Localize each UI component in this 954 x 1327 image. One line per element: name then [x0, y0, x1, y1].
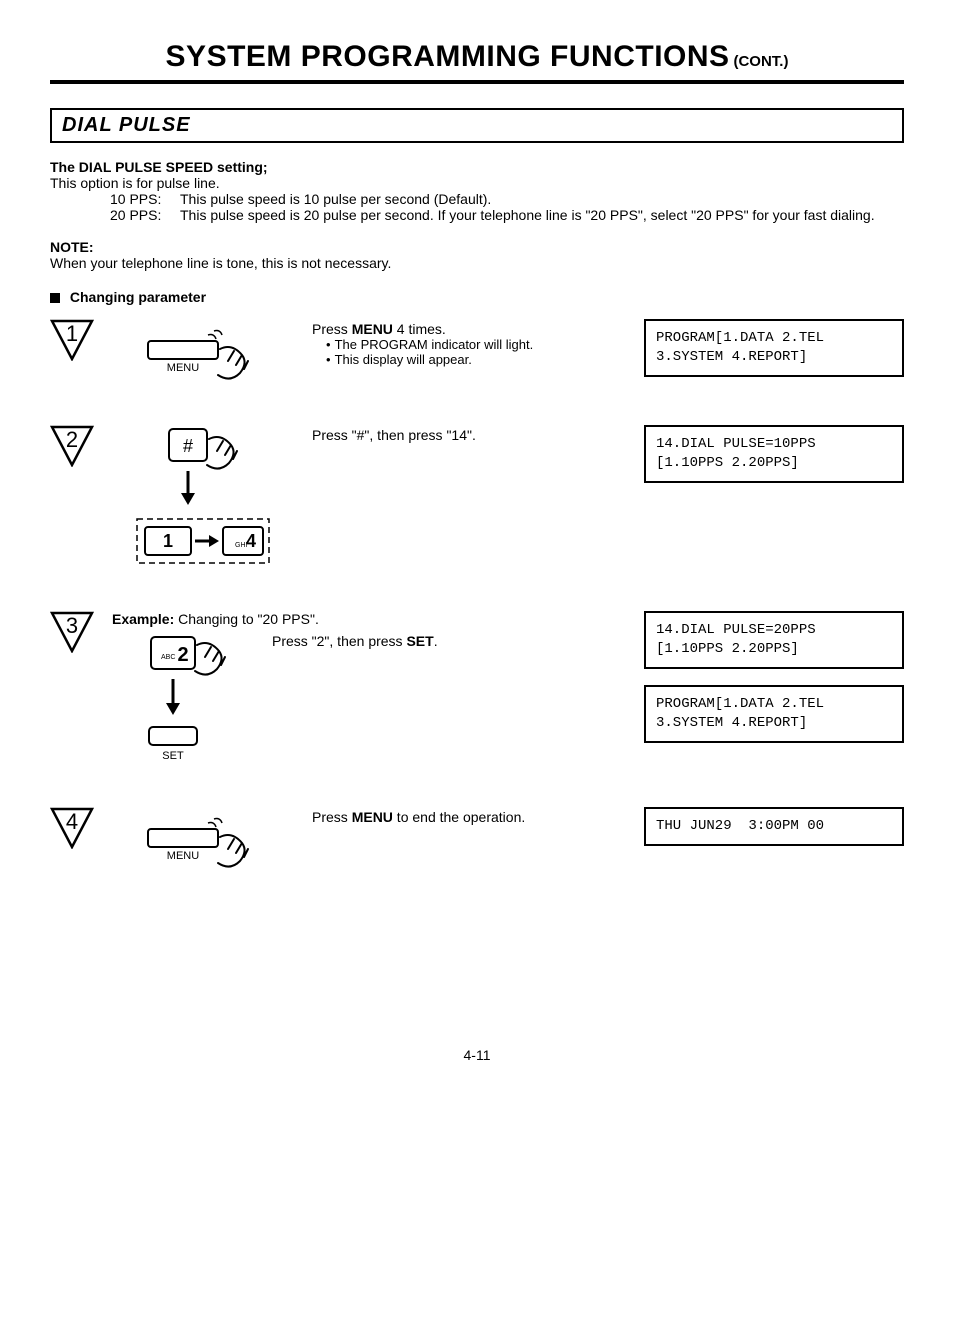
note-block: NOTE: When your telephone line is tone, …	[50, 239, 904, 271]
svg-text:1: 1	[163, 531, 173, 551]
step-1-instr-bold: MENU	[352, 321, 393, 337]
svg-text:2: 2	[177, 644, 188, 666]
pps10-text: This pulse speed is 10 pulse per second …	[180, 191, 491, 207]
svg-text:MENU: MENU	[167, 850, 199, 862]
pps10-row: 10 PPS: This pulse speed is 10 pulse per…	[110, 191, 904, 207]
step-4-instr-bold: MENU	[352, 809, 393, 825]
step-3-example-text: Changing to "20 PPS".	[178, 611, 319, 627]
section-title: DIAL PULSE	[62, 114, 191, 136]
step-1-display: PROGRAM[1.DATA 2.TEL 3.SYSTEM 4.REPORT]	[644, 319, 904, 377]
menu-key-press-icon: MENU	[128, 319, 278, 399]
svg-text:4: 4	[246, 531, 256, 551]
changing-heading-row: Changing parameter	[50, 289, 904, 305]
step-4-instruction: Press MENU to end the operation.	[312, 807, 630, 825]
changing-heading: Changing parameter	[70, 289, 206, 305]
step-1-instr-suffix: 4 times.	[393, 321, 446, 337]
step-2: 2 # 1 GHI 4 Press "#", then press	[50, 425, 904, 585]
svg-text:ABC: ABC	[161, 654, 175, 661]
step-2-instruction: Press "#", then press "14".	[312, 425, 630, 443]
pps20-row: 20 PPS: This pulse speed is 20 pulse per…	[110, 207, 904, 223]
step-4-display: THU JUN29 3:00PM 00	[644, 807, 904, 846]
step-3-display-2: PROGRAM[1.DATA 2.TEL 3.SYSTEM 4.REPORT]	[644, 685, 904, 743]
svg-text:#: #	[183, 436, 193, 456]
hash-then-14-icon: # 1 GHI 4	[123, 425, 283, 585]
step-3-display-1: 14.DIAL PULSE=20PPS [1.10PPS 2.20PPS]	[644, 611, 904, 669]
step-1-instr-prefix: Press	[312, 321, 352, 337]
pps20-label: 20 PPS:	[110, 207, 180, 223]
step-2-display: 14.DIAL PULSE=10PPS [1.10PPS 2.20PPS]	[644, 425, 904, 483]
key2-then-set-icon: ABC 2 SET	[113, 631, 253, 781]
step-1-number: 1	[50, 319, 94, 361]
menu-key-press-icon: MENU	[128, 807, 278, 887]
step-1-num-text: 1	[66, 321, 78, 346]
step-4-num-text: 4	[66, 809, 78, 834]
step-3-instr-bold: SET	[406, 633, 433, 649]
step-2-number: 2	[50, 425, 94, 467]
svg-text:SET: SET	[162, 750, 184, 762]
step-3-instruction: Press "2", then press SET.	[272, 631, 630, 781]
page-title: SYSTEM PROGRAMMING FUNCTIONS (CONT.)	[50, 40, 904, 74]
setting-description: The DIAL PULSE SPEED setting; This optio…	[50, 159, 904, 223]
step-3-number: 3	[50, 611, 94, 653]
note-heading: NOTE:	[50, 239, 904, 255]
step-1-bullet-1: The PROGRAM indicator will light.	[326, 337, 630, 352]
setting-heading: The DIAL PULSE SPEED setting;	[50, 159, 904, 175]
pps20-text: This pulse speed is 20 pulse per second.…	[180, 207, 875, 223]
setting-intro: This option is for pulse line.	[50, 175, 904, 191]
step-2-illustration: # 1 GHI 4	[108, 425, 298, 585]
step-1-bullet-2: This display will appear.	[326, 352, 630, 367]
pps10-label: 10 PPS:	[110, 191, 180, 207]
page-title-cont: (CONT.)	[733, 53, 788, 70]
note-text: When your telephone line is tone, this i…	[50, 255, 904, 271]
step-4: 4 MENU Press MENU to end the operation. …	[50, 807, 904, 887]
square-bullet-icon	[50, 293, 60, 303]
step-1-instruction: Press MENU 4 times. The PROGRAM indicato…	[312, 319, 630, 367]
step-4-number: 4	[50, 807, 94, 849]
step-3-instr-suffix: .	[434, 633, 438, 649]
page-number: 4-11	[50, 1047, 904, 1063]
step-4-instr-prefix: Press	[312, 809, 352, 825]
svg-text:MENU: MENU	[167, 362, 199, 374]
step-1-illustration: MENU	[108, 319, 298, 399]
page-title-main: SYSTEM PROGRAMMING FUNCTIONS	[166, 40, 730, 73]
step-3-example: Example: Changing to "20 PPS".	[112, 611, 630, 627]
step-3: 3 Example: Changing to "20 PPS". ABC 2	[50, 611, 904, 781]
section-header-box: DIAL PULSE	[50, 108, 904, 143]
step-3-example-bold: Example:	[112, 611, 174, 627]
step-4-instr-suffix: to end the operation.	[393, 809, 525, 825]
step-4-illustration: MENU	[108, 807, 298, 887]
step-2-instr: Press "#", then press "14".	[312, 427, 476, 443]
step-3-illustration: ABC 2 SET	[108, 631, 258, 781]
step-2-num-text: 2	[66, 427, 78, 452]
step-3-instr-prefix: Press "2", then press	[272, 633, 406, 649]
step-1: 1 MENU Press MENU 4 times. The PROGRAM i…	[50, 319, 904, 399]
step-3-num-text: 3	[66, 613, 78, 638]
title-rule	[50, 80, 904, 84]
